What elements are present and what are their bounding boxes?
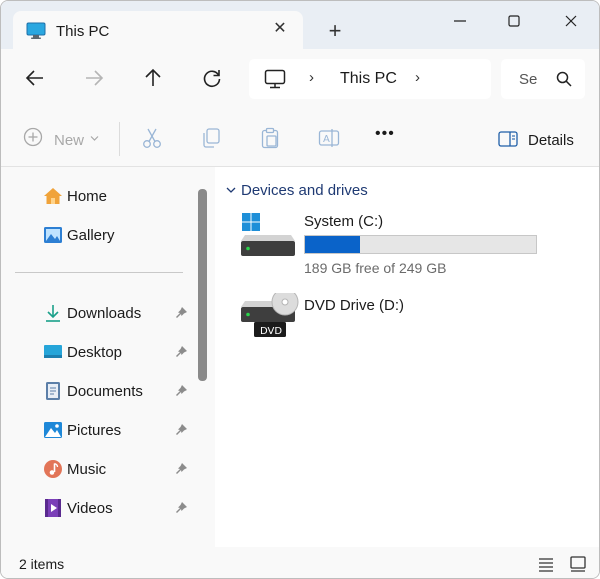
new-button[interactable]: New xyxy=(54,132,84,149)
sidebar-item-gallery[interactable]: Gallery xyxy=(1,218,195,252)
sidebar-item-label: Videos xyxy=(67,500,113,517)
paste-button[interactable] xyxy=(260,127,280,149)
breadcrumb-this-pc[interactable]: This PC xyxy=(340,70,397,88)
videos-icon xyxy=(45,499,61,517)
monitor-icon xyxy=(26,22,46,39)
toolbar-divider xyxy=(119,122,120,156)
breadcrumb-separator-icon[interactable]: › xyxy=(309,69,314,86)
up-button[interactable] xyxy=(141,66,165,90)
maximize-button[interactable] xyxy=(502,9,526,33)
forward-button[interactable] xyxy=(82,66,106,90)
sidebar-item-videos[interactable]: Videos xyxy=(1,491,195,525)
dvd-badge: DVD xyxy=(260,326,283,337)
sidebar-item-home[interactable]: Home xyxy=(1,179,195,213)
search-icon[interactable] xyxy=(555,70,573,88)
more-options-button[interactable]: ••• xyxy=(375,125,395,143)
navigation-bar: › This PC › Se xyxy=(1,49,599,109)
drive-usage-fill xyxy=(305,236,361,253)
breadcrumb-expand-icon[interactable]: › xyxy=(415,69,420,86)
details-pane-icon[interactable] xyxy=(498,131,518,147)
cut-button[interactable] xyxy=(142,127,162,149)
tiles-view-icon[interactable] xyxy=(569,555,587,573)
drive-free-space: 189 GB free of 249 GB xyxy=(304,260,447,276)
group-header-devices-and-drives[interactable]: Devices and drives xyxy=(241,182,368,199)
sidebar-item-desktop[interactable]: Desktop xyxy=(1,335,195,369)
svg-text:A: A xyxy=(323,134,330,145)
drive-usage-bar xyxy=(304,235,537,254)
sidebar-item-documents[interactable]: Documents xyxy=(1,374,195,408)
sidebar-item-label: Pictures xyxy=(67,422,122,439)
pin-icon[interactable] xyxy=(174,501,188,515)
title-bar: This PC ✕ + xyxy=(1,1,599,49)
pin-icon[interactable] xyxy=(174,306,188,320)
pictures-icon xyxy=(44,422,62,438)
pin-icon[interactable] xyxy=(174,462,188,476)
sidebar-item-pictures[interactable]: Pictures xyxy=(1,413,195,447)
drive-name: System (C:) xyxy=(304,213,384,230)
dvd-drive-icon xyxy=(241,293,299,337)
close-tab-button[interactable]: ✕ xyxy=(270,19,290,39)
search-placeholder: Se xyxy=(519,71,538,88)
close-window-button[interactable] xyxy=(559,9,583,33)
sidebar-divider xyxy=(15,272,183,273)
back-button[interactable] xyxy=(23,66,47,90)
documents-icon xyxy=(46,382,60,400)
sidebar-item-label: Music xyxy=(67,461,107,478)
monitor-icon xyxy=(264,69,286,89)
system-drive-icon xyxy=(241,213,295,256)
chevron-down-icon[interactable] xyxy=(225,184,237,196)
item-count: 2 items xyxy=(19,556,65,572)
navigation-pane: Home Gallery Downloads Desktop Documents… xyxy=(1,167,215,547)
refresh-button[interactable] xyxy=(200,66,224,90)
sidebar-scrollbar-thumb[interactable] xyxy=(198,189,207,381)
music-icon xyxy=(44,460,62,478)
sidebar-item-label: Home xyxy=(67,188,108,205)
download-icon xyxy=(46,305,60,322)
address-bar[interactable]: › This PC › xyxy=(249,59,491,99)
new-tab-button[interactable]: + xyxy=(324,20,346,42)
drive-system-c[interactable]: System (C:) 189 GB free of 249 GB xyxy=(239,211,539,277)
drive-name: DVD Drive (D:) xyxy=(304,297,404,314)
sidebar-item-label: Downloads xyxy=(67,305,142,322)
sidebar-item-downloads[interactable]: Downloads xyxy=(1,296,195,330)
sidebar-item-label: Documents xyxy=(67,383,143,400)
search-box[interactable]: Se xyxy=(501,59,585,99)
chevron-down-icon[interactable] xyxy=(90,135,99,142)
list-view-icon[interactable] xyxy=(537,555,555,573)
details-button[interactable]: Details xyxy=(528,132,574,149)
content-pane: Devices and drives System (C:) 189 GB fr… xyxy=(215,167,599,547)
pin-icon[interactable] xyxy=(174,384,188,398)
pin-icon[interactable] xyxy=(174,423,188,437)
desktop-icon xyxy=(44,345,62,358)
sidebar-item-music[interactable]: Music xyxy=(1,452,195,486)
gallery-icon xyxy=(44,227,62,243)
new-plus-icon[interactable] xyxy=(23,127,43,147)
home-icon xyxy=(44,188,62,204)
tab-this-pc[interactable]: This PC ✕ xyxy=(13,11,303,49)
sidebar-item-label: Gallery xyxy=(67,227,115,244)
tab-title: This PC xyxy=(56,23,110,40)
status-bar: 2 items xyxy=(1,547,599,578)
pin-icon[interactable] xyxy=(174,345,188,359)
command-bar: New A ••• Details xyxy=(1,109,599,167)
rename-button[interactable]: A xyxy=(318,127,340,149)
file-explorer-window: This PC ✕ + › This PC › Se New A ••• Det… xyxy=(0,0,600,579)
copy-button[interactable] xyxy=(201,127,221,149)
sidebar-item-label: Desktop xyxy=(67,344,123,361)
minimize-button[interactable] xyxy=(448,9,472,33)
drive-dvd-d[interactable]: DVD DVD Drive (D:) xyxy=(239,293,539,353)
